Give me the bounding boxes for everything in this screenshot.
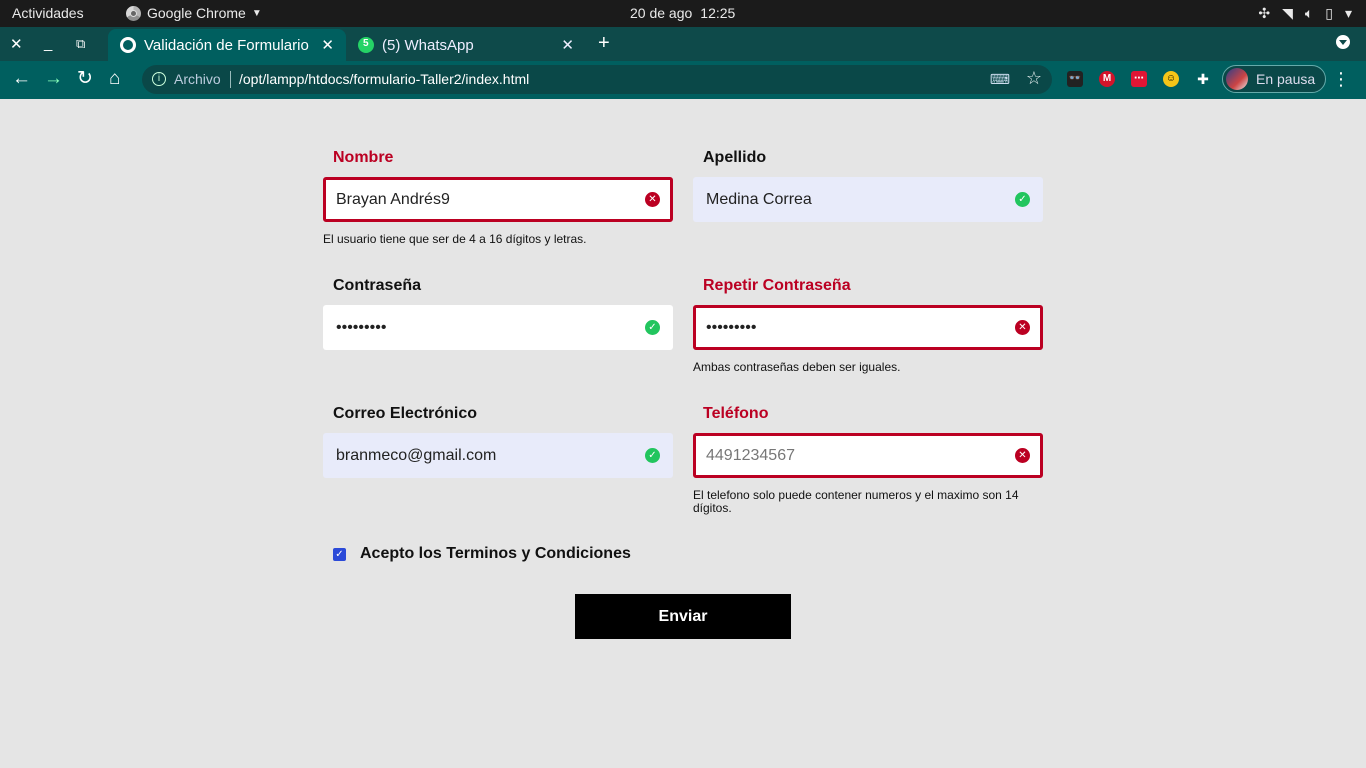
whatsapp-icon — [358, 37, 374, 53]
system-tray[interactable]: ✣ ◥ 🔈︎ ▯ ▾ — [1258, 4, 1352, 22]
app-name: Google Chrome — [147, 5, 246, 21]
activities-button[interactable]: Actividades — [12, 5, 84, 21]
telefono-field[interactable]: ✕ — [693, 433, 1043, 478]
address-bar[interactable]: i Archivo /opt/lampp/htdocs/formulario-T… — [142, 65, 1052, 94]
close-tab-icon[interactable]: ✕ — [561, 36, 574, 54]
apellido-field[interactable]: ✓ — [693, 177, 1043, 222]
clock[interactable]: 20 de ago 12:25 — [630, 5, 735, 21]
translate-icon[interactable]: ⌨ — [990, 71, 1010, 88]
check-icon: ✓ — [645, 320, 660, 335]
telefono-input[interactable] — [706, 444, 996, 468]
error-icon: ✕ — [1015, 320, 1030, 335]
password-repeat-error-message: Ambas contraseñas deben ser iguales. — [693, 360, 901, 374]
forward-icon[interactable]: → — [44, 68, 63, 90]
apellido-input[interactable] — [706, 188, 996, 212]
security-label: Archivo — [174, 71, 221, 87]
extension-mega-icon[interactable]: M — [1099, 71, 1115, 87]
new-tab-icon[interactable]: + — [598, 32, 610, 55]
close-tab-icon[interactable]: ✕ — [321, 36, 334, 54]
tab-validacion-formulario[interactable]: Validación de Formulario ✕ — [108, 29, 346, 61]
tab-title: Validación de Formulario — [144, 36, 309, 54]
home-icon[interactable]: ⌂ — [109, 68, 120, 90]
error-icon: ✕ — [645, 192, 660, 207]
check-icon: ✓ — [645, 448, 660, 463]
profile-button[interactable]: En pausa — [1222, 65, 1326, 93]
nombre-label: Nombre — [333, 149, 394, 166]
chrome-icon — [126, 5, 141, 21]
caret-down-icon: ▼ — [251, 7, 262, 19]
nombre-input[interactable] — [336, 188, 626, 212]
wifi-icon: ◥ — [1282, 5, 1293, 21]
tab-search-icon[interactable] — [1336, 35, 1350, 49]
password-repeat-input[interactable] — [706, 316, 996, 340]
back-icon[interactable]: ← — [12, 68, 31, 90]
terms-row[interactable]: ✓ Acepto los Terminos y Condiciones — [333, 545, 631, 563]
tab-strip: ✕ _ ⧉ Validación de Formulario ✕ (5) Wha… — [0, 27, 1366, 61]
correo-field[interactable]: ✓ — [323, 433, 673, 478]
password-input[interactable] — [336, 316, 626, 340]
slack-icon[interactable]: ✣ — [1258, 4, 1270, 22]
extensions-puzzle-icon[interactable]: ✚ — [1195, 71, 1211, 87]
password-repeat-label: Repetir Contraseña — [703, 277, 851, 294]
profile-status: En pausa — [1256, 71, 1316, 87]
telefono-error-message: El telefono solo puede contener numeros … — [693, 488, 1019, 515]
time: 12:25 — [700, 5, 736, 21]
extension-red-icon[interactable]: ⋯ — [1131, 71, 1147, 87]
info-icon[interactable]: i — [152, 72, 166, 86]
browser-toolbar: ← → ↻ ⌂ i Archivo /opt/lampp/htdocs/form… — [0, 61, 1366, 99]
nombre-field[interactable]: ✕ — [323, 177, 673, 222]
avatar — [1226, 68, 1248, 90]
tab-title: (5) WhatsApp — [382, 36, 474, 54]
terms-label[interactable]: Acepto los Terminos y Condiciones — [360, 545, 631, 563]
bookmark-star-icon[interactable]: ☆ — [1026, 68, 1042, 89]
restore-window-icon[interactable]: ⧉ — [76, 36, 85, 52]
check-icon: ✓ — [1015, 192, 1030, 207]
terms-checkbox[interactable]: ✓ — [333, 547, 346, 561]
chrome-menu-icon[interactable]: ⋮ — [1332, 69, 1350, 90]
url-text[interactable]: /opt/lampp/htdocs/formulario-Taller2/ind… — [239, 71, 529, 87]
apellido-label: Apellido — [703, 149, 767, 166]
correo-label: Correo Electrónico — [333, 405, 478, 422]
error-icon: ✕ — [1015, 448, 1030, 463]
password-field[interactable]: ✓ — [323, 305, 673, 350]
extension-emoji-icon[interactable]: ☺ — [1163, 71, 1179, 87]
date: 20 de ago — [630, 5, 693, 21]
nombre-error-message: El usuario tiene que ser de 4 a 16 dígit… — [323, 232, 587, 246]
volume-icon: 🔈︎ — [1304, 5, 1314, 21]
correo-input[interactable] — [336, 444, 626, 468]
divider — [230, 71, 231, 88]
password-label: Contraseña — [333, 277, 422, 294]
power-menu-icon[interactable]: ▾ — [1345, 4, 1352, 22]
close-window-icon[interactable]: ✕ — [10, 35, 23, 53]
system-top-bar: Actividades Google Chrome ▼ 20 de ago 12… — [0, 0, 1366, 27]
telefono-label: Teléfono — [703, 405, 769, 422]
submit-button[interactable]: Enviar — [575, 594, 791, 639]
password-repeat-field[interactable]: ✕ — [693, 305, 1043, 350]
tab-whatsapp[interactable]: (5) WhatsApp ✕ — [350, 29, 586, 61]
reload-icon[interactable]: ↻ — [77, 68, 93, 90]
battery-icon: ▯ — [1325, 5, 1333, 21]
minimize-window-icon[interactable]: _ — [44, 35, 52, 52]
globe-icon — [120, 37, 136, 53]
extension-spy-icon[interactable]: 👓 — [1067, 71, 1083, 87]
app-menu[interactable]: Google Chrome ▼ — [126, 5, 262, 21]
